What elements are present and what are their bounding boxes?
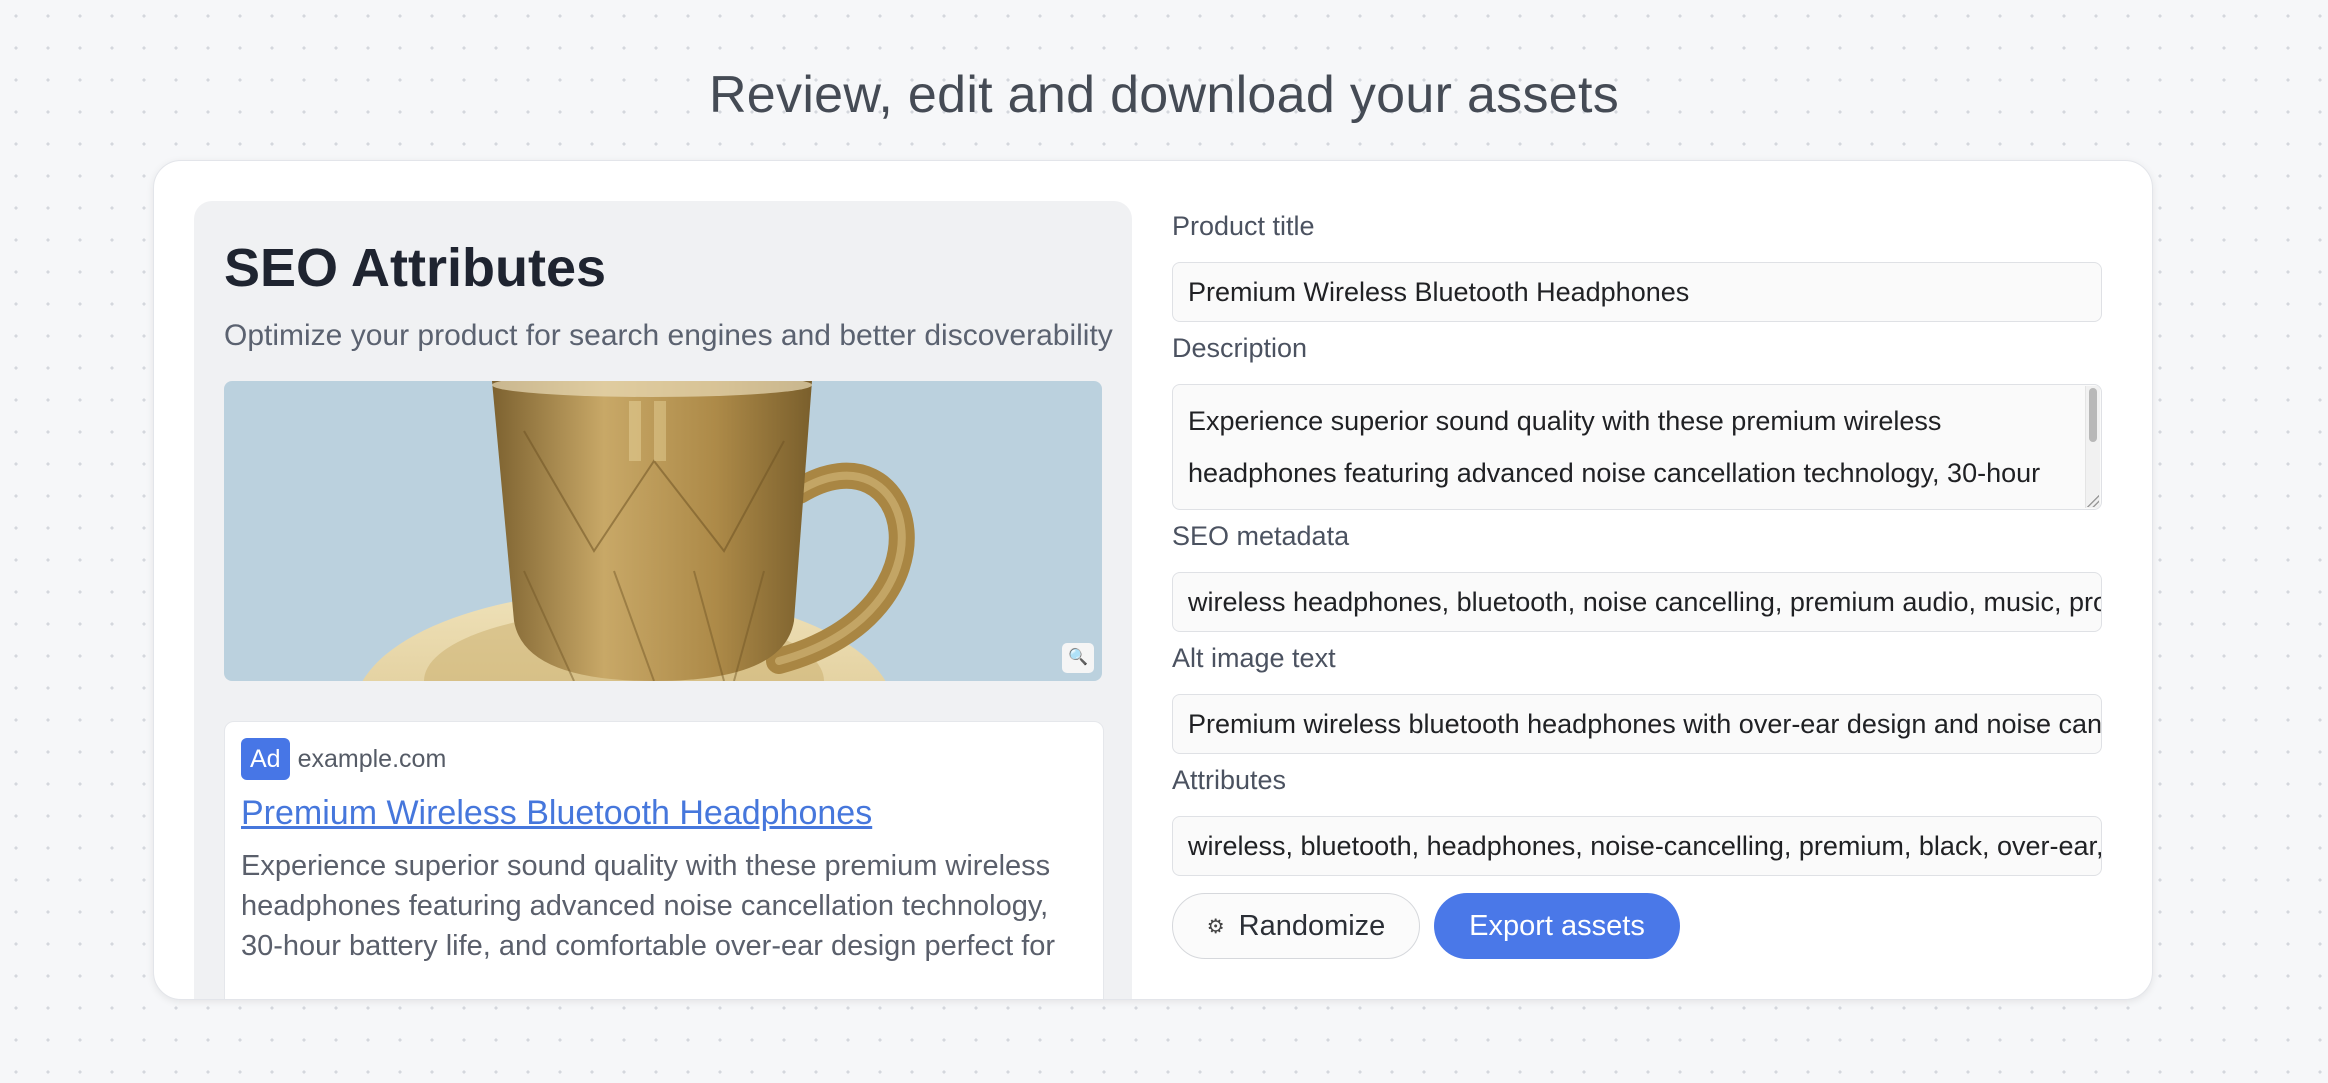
- attributes-input[interactable]: wireless, bluetooth, headphones, noise-c…: [1172, 816, 2102, 876]
- description-label: Description: [1172, 333, 1308, 363]
- product-image-cup: [362, 381, 915, 681]
- product-title-input[interactable]: Premium Wireless Bluetooth Headphones: [1172, 262, 2102, 322]
- description-text: Experience superior sound quality with t…: [1188, 406, 2041, 488]
- seo-attributes-panel: SEO Attributes Optimize your product for…: [194, 201, 1132, 999]
- asset-form: Product title Premium Wireless Bluetooth…: [1172, 161, 2112, 999]
- seo-metadata-label: SEO metadata: [1172, 521, 1350, 551]
- alt-image-text-label: Alt image text: [1172, 643, 1336, 673]
- gear-icon: ⚙: [1206, 915, 1225, 938]
- product-image: 🔍: [224, 381, 1102, 681]
- product-title-label: Product title: [1172, 211, 1315, 241]
- randomize-button[interactable]: ⚙ Randomize: [1172, 893, 1420, 959]
- ad-preview-card: Ad example.com Premium Wireless Bluetoot…: [224, 721, 1104, 999]
- export-assets-button[interactable]: Export assets: [1434, 893, 1680, 959]
- resize-grip-icon[interactable]: [2087, 495, 2099, 507]
- seo-panel-subtitle: Optimize your product for search engines…: [224, 319, 1113, 352]
- description-textarea[interactable]: Experience superior sound quality with t…: [1172, 384, 2102, 510]
- description-scrollbar[interactable]: [2085, 386, 2100, 508]
- ad-title-link[interactable]: Premium Wireless Bluetooth Headphones: [241, 794, 872, 833]
- seo-panel-title: SEO Attributes: [224, 238, 607, 298]
- zoom-in-icon[interactable]: 🔍: [1062, 643, 1094, 673]
- attributes-label: Attributes: [1172, 765, 1287, 795]
- page-title: Review, edit and download your assets: [708, 65, 1620, 124]
- ad-description: Experience superior sound quality with t…: [241, 850, 1056, 962]
- asset-review-card: SEO Attributes Optimize your product for…: [153, 160, 2153, 1000]
- alt-image-text-input[interactable]: Premium wireless bluetooth headphones wi…: [1172, 694, 2102, 754]
- ad-badge: Ad: [241, 738, 290, 780]
- seo-metadata-input[interactable]: wireless headphones, bluetooth, noise ca…: [1172, 572, 2102, 632]
- ad-header: Ad example.com: [241, 738, 446, 780]
- ad-domain: example.com: [297, 744, 447, 773]
- scrollbar-thumb[interactable]: [2089, 388, 2097, 442]
- export-assets-label: Export assets: [1469, 909, 1645, 942]
- randomize-label: Randomize: [1238, 909, 1386, 942]
